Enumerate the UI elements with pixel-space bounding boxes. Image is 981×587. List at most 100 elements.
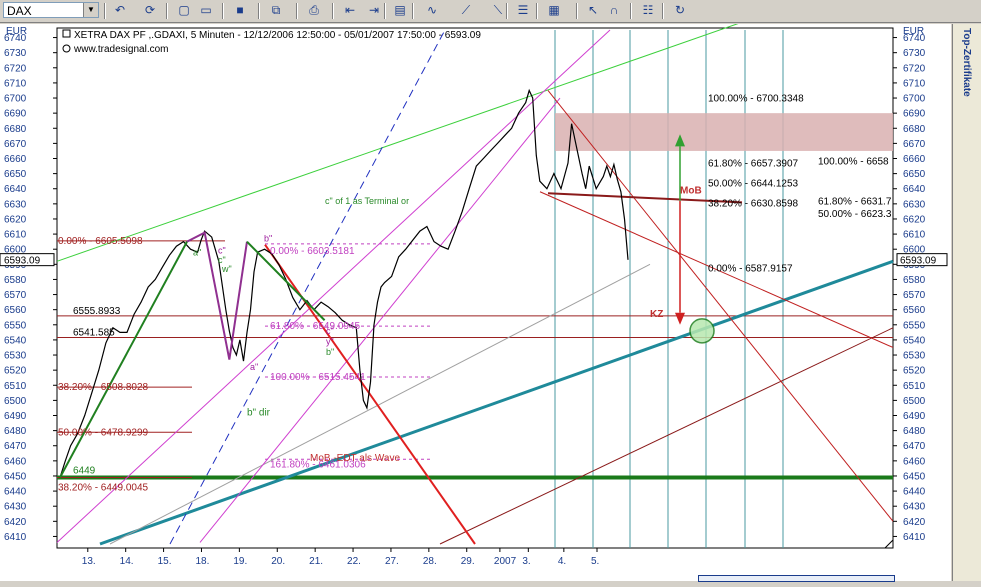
x-tick-label: 15. bbox=[158, 556, 172, 567]
annotation: b" bbox=[326, 347, 334, 357]
magnet-icon[interactable]: ∩ bbox=[606, 3, 622, 18]
y-tick-label-right: 6550 bbox=[903, 320, 926, 331]
y-tick-label-left: 6570 bbox=[4, 290, 27, 301]
fib-right-label: 0.00% - 6587.9157 bbox=[708, 263, 793, 274]
y-tick-label-right: 6500 bbox=[903, 396, 926, 407]
horizontal-scrollbar[interactable] bbox=[698, 575, 895, 582]
fib-right-label: 61.80% - 6657.3907 bbox=[708, 158, 799, 169]
fib-far-right-label: 100.00% - 6658 bbox=[818, 157, 889, 168]
toolbar-separator bbox=[384, 3, 386, 19]
annotation: a" bbox=[250, 362, 258, 372]
x-tick-label: 2007 bbox=[494, 556, 517, 567]
x-tick-label: 5. bbox=[591, 556, 599, 567]
annotation: c" of 1 as Terminal or bbox=[325, 196, 409, 206]
y-tick-label-right: 6520 bbox=[903, 366, 926, 377]
y-tick-label-right: 6510 bbox=[903, 381, 926, 392]
y-tick-label-right: 6450 bbox=[903, 471, 926, 482]
reload-icon[interactable]: ↻ bbox=[672, 3, 688, 18]
open-icon[interactable]: ▭ bbox=[198, 3, 214, 18]
y-tick-label-left: 6620 bbox=[4, 214, 27, 225]
last-price-left: 6593.09 bbox=[4, 256, 41, 267]
y-tick-label-right: 6570 bbox=[903, 290, 926, 301]
chevron-down-icon[interactable]: ▼ bbox=[83, 3, 98, 17]
currency-right: EUR bbox=[903, 26, 924, 37]
refresh-icon[interactable]: ⟳ bbox=[142, 3, 158, 18]
annotation: MoB bbox=[680, 185, 702, 196]
fib-left-label: 38.20% - 6449.0045 bbox=[58, 482, 149, 493]
watermark: www.tradesignal.com bbox=[73, 44, 168, 55]
chart-right-icon[interactable]: ⇥ bbox=[366, 3, 382, 18]
copy-icon[interactable]: ⧉ bbox=[268, 3, 284, 18]
toolbar-separator bbox=[296, 3, 298, 19]
sidebar[interactable]: Top-Zertifikate bbox=[952, 24, 981, 581]
toolbar-separator bbox=[412, 3, 414, 19]
annotation: c" bbox=[326, 326, 334, 336]
y-tick-label-left: 6470 bbox=[4, 441, 27, 452]
new-icon[interactable]: ▢ bbox=[176, 3, 192, 18]
y-tick-label-left: 6640 bbox=[4, 184, 27, 195]
sidebar-label[interactable]: Top-Zertifikate bbox=[961, 28, 972, 97]
x-tick-label: 19. bbox=[233, 556, 247, 567]
y-tick-label-left: 6720 bbox=[4, 63, 27, 74]
y-tick-label-left: 6560 bbox=[4, 305, 27, 316]
y-tick-label-left: 6580 bbox=[4, 275, 27, 286]
y-tick-label-right: 6730 bbox=[903, 48, 926, 59]
target-circle bbox=[689, 318, 715, 344]
toolbar-separator bbox=[258, 3, 260, 19]
y-tick-label-right: 6470 bbox=[903, 441, 926, 452]
y-tick-label-left: 6700 bbox=[4, 94, 27, 105]
y-tick-label-left: 6650 bbox=[4, 169, 27, 180]
y-tick-label-right: 6410 bbox=[903, 532, 926, 543]
y-tick-label-left: 6550 bbox=[4, 320, 27, 331]
properties-icon[interactable]: ☰ bbox=[515, 3, 531, 18]
y-tick-label-left: 6730 bbox=[4, 48, 27, 59]
symbol-input[interactable]: DAX ▼ bbox=[3, 2, 99, 18]
trendline-icon[interactable]: ⟍ bbox=[490, 3, 506, 18]
x-tick-label: 4. bbox=[558, 556, 566, 567]
y-tick-label-right: 6630 bbox=[903, 199, 926, 210]
indicator-icon[interactable]: ∿ bbox=[424, 3, 440, 18]
y-tick-label-left: 6710 bbox=[4, 78, 27, 89]
y-tick-label-left: 6500 bbox=[4, 396, 27, 407]
save-icon[interactable]: ■ bbox=[232, 3, 248, 18]
grid-icon[interactable]: ▦ bbox=[546, 3, 562, 18]
back-icon[interactable]: ↶ bbox=[112, 3, 128, 18]
level-label: 6541.585 bbox=[73, 327, 115, 338]
drawing-icon[interactable]: ⟋ bbox=[458, 3, 474, 18]
last-price-right: 6593.09 bbox=[900, 256, 937, 267]
currency-left: EUR bbox=[6, 26, 27, 37]
toolbar-separator bbox=[332, 3, 334, 19]
x-tick-label: 22. bbox=[347, 556, 361, 567]
y-tick-label-right: 6430 bbox=[903, 502, 926, 513]
y-tick-label-left: 6520 bbox=[4, 366, 27, 377]
chart-svg[interactable]: 6410 6410 6420 6420 6430 6430 6440 6440 6450 6450… bbox=[0, 18, 951, 581]
x-tick-label: 18. bbox=[195, 556, 209, 567]
y-tick-label-left: 6480 bbox=[4, 426, 27, 437]
fib-mid-label: 100.00% - 6515.4541 bbox=[270, 372, 366, 383]
fib-mid-label: 0.00% - 6603.5181 bbox=[270, 246, 355, 257]
level-label: 6449 bbox=[73, 465, 96, 476]
x-tick-label: 3. bbox=[522, 556, 530, 567]
print-icon[interactable]: ⎙ bbox=[306, 3, 322, 18]
level-label: 6555.8933 bbox=[73, 306, 121, 317]
y-tick-label-right: 6480 bbox=[903, 426, 926, 437]
y-tick-label-left: 6680 bbox=[4, 124, 27, 135]
x-tick-label: 21. bbox=[309, 556, 323, 567]
y-tick-label-left: 6410 bbox=[4, 532, 27, 543]
x-tick-label: 29. bbox=[461, 556, 475, 567]
chart-area[interactable]: 6410 6410 6420 6420 6430 6430 6440 6440 6450 6450… bbox=[0, 18, 951, 581]
template-icon[interactable]: ☷ bbox=[640, 3, 656, 18]
y-tick-label-right: 6710 bbox=[903, 78, 926, 89]
cursor-icon[interactable]: ↖ bbox=[585, 3, 601, 18]
y-tick-label-right: 6560 bbox=[903, 305, 926, 316]
y-tick-label-left: 6420 bbox=[4, 517, 27, 528]
fib-right-label: 50.00% - 6644.1253 bbox=[708, 179, 799, 190]
y-tick-label-right: 6490 bbox=[903, 411, 926, 422]
plot-frame bbox=[56, 27, 894, 549]
resistance-zone bbox=[555, 113, 893, 151]
y-tick-label-right: 6620 bbox=[903, 214, 926, 225]
window-icon[interactable]: ▤ bbox=[392, 3, 408, 18]
y-tick-label-left: 6660 bbox=[4, 154, 27, 165]
annotation: b" dir bbox=[247, 408, 271, 419]
chart-left-icon[interactable]: ⇤ bbox=[342, 3, 358, 18]
